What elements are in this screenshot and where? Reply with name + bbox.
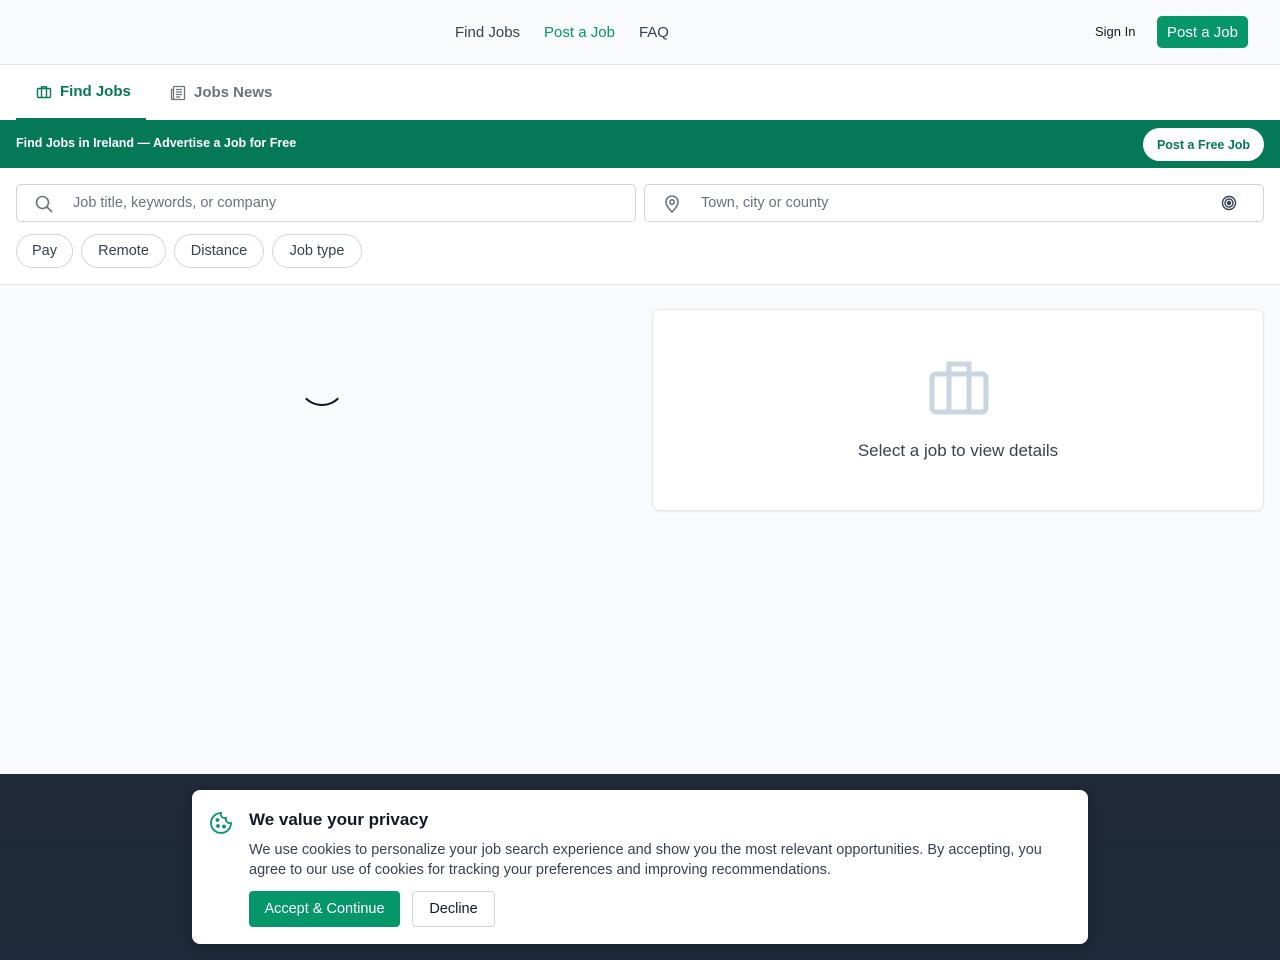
keywords-input[interactable] — [73, 185, 573, 221]
cookie-consent-dialog: We value your privacy We use cookies to … — [192, 790, 1088, 944]
map-pin-icon — [665, 195, 679, 214]
tab-find-jobs-label: Find Jobs — [60, 83, 131, 100]
post-free-job-button[interactable]: Post a Free Job — [1143, 128, 1264, 161]
nav-link-post-a-job[interactable]: Post a Job — [544, 24, 615, 41]
newspaper-icon — [170, 85, 186, 100]
post-a-job-button[interactable]: Post a Job — [1157, 16, 1248, 48]
banner-text: Find Jobs in Ireland — Advertise a Job f… — [16, 136, 297, 150]
cookie-body-text: We use cookies to personalize your job s… — [249, 842, 1042, 878]
decline-cookies-button[interactable]: Decline — [412, 891, 495, 927]
top-navbar: Find Jobs Post a Job FAQ Sign In Post a … — [0, 0, 1280, 65]
search-icon — [35, 195, 53, 213]
keywords-field — [16, 184, 636, 222]
location-input[interactable] — [701, 185, 1201, 221]
cookie-title: We value your privacy — [249, 810, 429, 829]
search-section: Pay Remote Distance Job type — [0, 168, 1280, 285]
loading-spinner — [298, 358, 346, 406]
briefcase-icon — [36, 85, 52, 98]
location-field — [644, 184, 1264, 222]
cookie-icon — [210, 812, 232, 834]
filter-pay[interactable]: Pay — [16, 234, 73, 268]
tab-jobs-news-label: Jobs News — [194, 84, 273, 101]
filter-job-type[interactable]: Job type — [272, 234, 362, 268]
empty-details-message: Select a job to view details — [857, 441, 1059, 460]
tab-jobs-news[interactable]: Jobs News — [170, 65, 272, 120]
tab-bar: Find Jobs Jobs News — [0, 65, 1280, 120]
briefcase-icon — [929, 361, 989, 415]
tab-find-jobs[interactable]: Find Jobs — [16, 65, 146, 120]
job-details-panel: Select a job to view details — [652, 309, 1264, 511]
top-nav-links: Find Jobs Post a Job FAQ — [455, 0, 669, 64]
nav-link-find-jobs[interactable]: Find Jobs — [455, 24, 520, 41]
promo-banner: Find Jobs in Ireland — Advertise a Job f… — [0, 120, 1280, 168]
sign-in-link[interactable]: Sign In — [1095, 24, 1135, 39]
filter-distance[interactable]: Distance — [174, 234, 264, 268]
accept-cookies-button[interactable]: Accept & Continue — [249, 891, 400, 927]
nav-link-faq[interactable]: FAQ — [639, 24, 669, 41]
filter-remote[interactable]: Remote — [81, 234, 166, 268]
locate-me-icon[interactable] — [1221, 195, 1237, 211]
